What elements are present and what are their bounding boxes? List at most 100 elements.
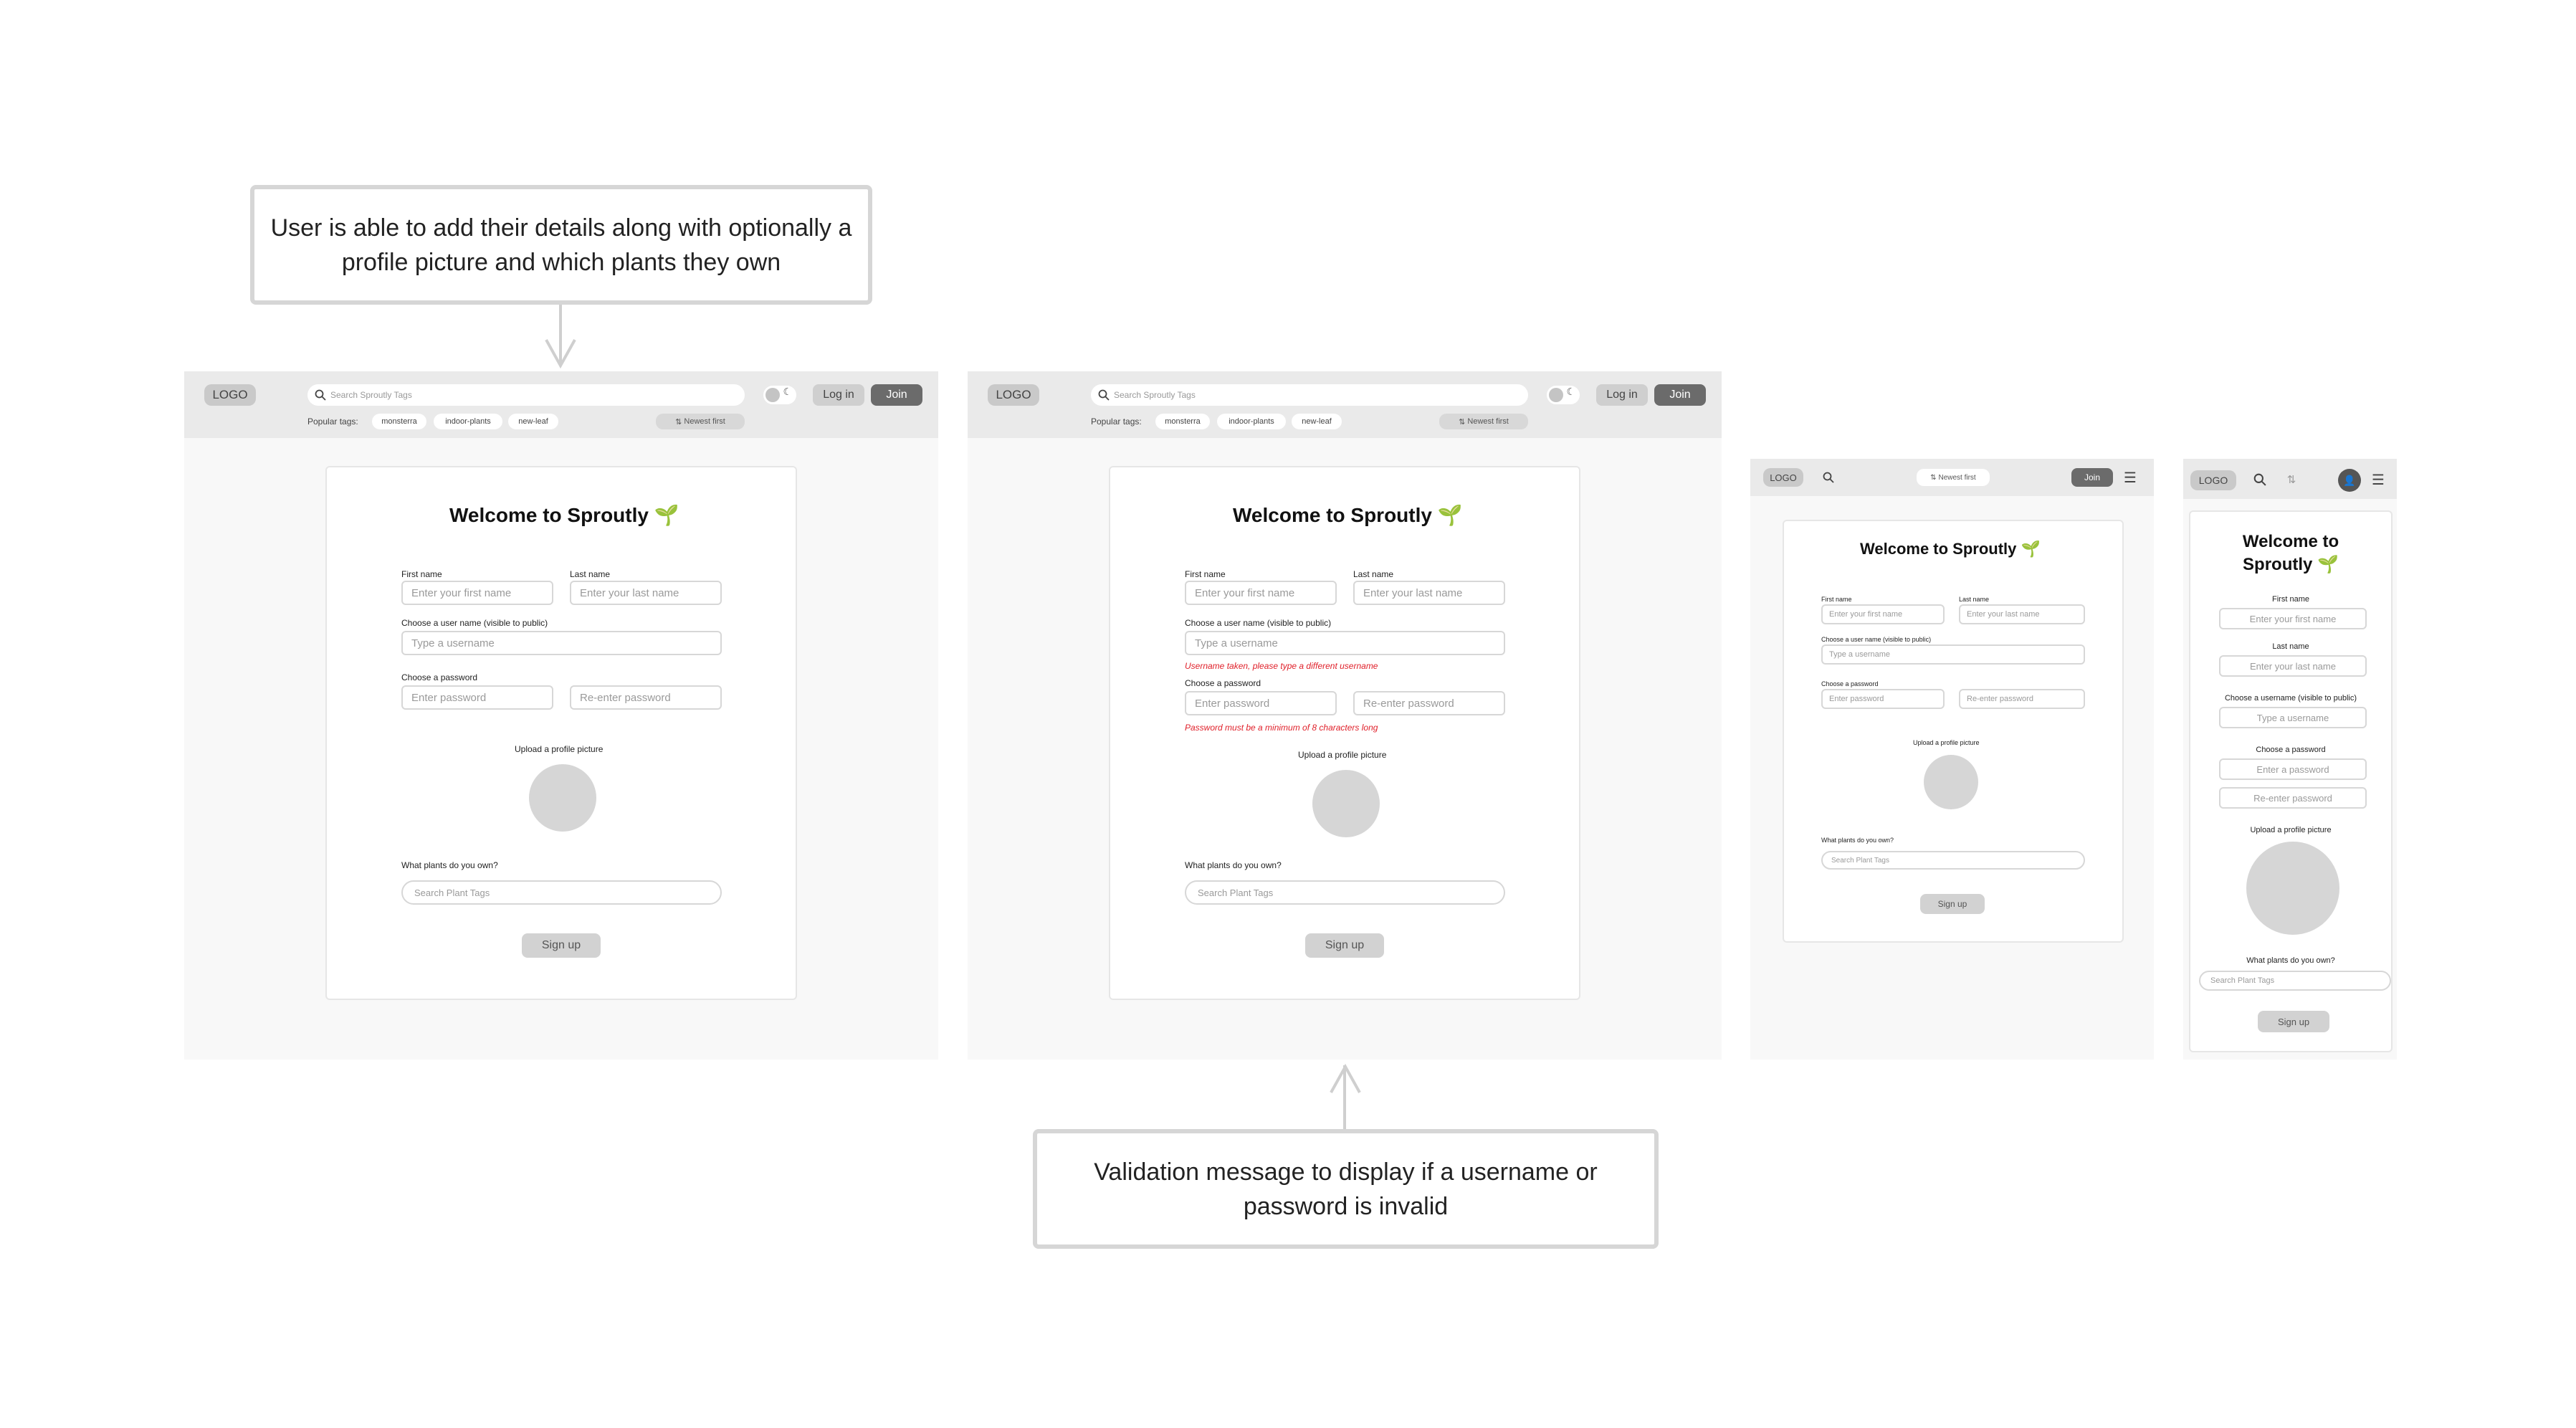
sort-button[interactable]: ⇅ Newest first — [656, 414, 745, 429]
logo[interactable]: LOGO — [988, 384, 1039, 406]
tag-indoor-plants[interactable]: indoor-plants — [1217, 414, 1286, 429]
desktop-frame: LOGO Search Sproutly Tags ☾ Log in Join … — [184, 371, 938, 1060]
search-input[interactable]: Search Sproutly Tags — [307, 384, 745, 406]
login-button[interactable]: Log in — [1596, 384, 1648, 406]
sprout-icon: 🌱 — [2317, 555, 2339, 574]
reenter-password-input[interactable]: Re-enter password — [2219, 787, 2367, 809]
signup-card: Welcome to Sproutly 🌱 First name Enter y… — [325, 466, 797, 1000]
page-title: Welcome to Sproutly 🌱 — [1233, 504, 1463, 526]
logo[interactable]: LOGO — [2190, 470, 2236, 490]
signup-button[interactable]: Sign up — [2258, 1011, 2329, 1032]
first-name-label: First name — [1821, 596, 1852, 603]
plants-label: What plants do you own? — [2246, 956, 2335, 965]
plant-tags-search[interactable]: Search Plant Tags — [1185, 880, 1505, 905]
username-input[interactable]: Type a username — [1821, 644, 2085, 665]
plant-tags-search[interactable]: Search Plant Tags — [1821, 851, 2085, 870]
upload-label: Upload a profile picture — [2250, 826, 2332, 834]
sort-icon[interactable]: ⇅ — [2282, 470, 2301, 489]
tag-monsterra[interactable]: monsterra — [1155, 414, 1210, 429]
password-input[interactable]: Enter a password — [2219, 758, 2367, 780]
hamburger-menu-icon[interactable]: ☰ — [2120, 468, 2140, 487]
first-name-input[interactable]: Enter your first name — [2219, 608, 2367, 629]
username-label: Choose a username (visible to public) — [2224, 694, 2357, 703]
plant-tags-search[interactable]: Search Plant Tags — [2199, 971, 2391, 991]
username-error: Username taken, please type a different … — [1185, 661, 1378, 671]
last-name-input[interactable]: Enter your last name — [2219, 655, 2367, 677]
sprout-icon: 🌱 — [1437, 504, 1463, 526]
signup-button[interactable]: Sign up — [522, 933, 601, 958]
logo[interactable]: LOGO — [1763, 468, 1803, 487]
username-input[interactable]: Type a username — [2219, 707, 2367, 728]
last-name-label: Last name — [570, 569, 611, 579]
last-name-input[interactable]: Enter your last name — [1959, 604, 2085, 624]
annotation-top: User is able to add their details along … — [250, 185, 872, 305]
username-input[interactable]: Type a username — [1185, 631, 1505, 655]
upload-label: Upload a profile picture — [1913, 739, 1980, 746]
header-bar: LOGO Search Sproutly Tags ☾ Log in Join … — [184, 371, 938, 438]
first-name-input[interactable]: Enter your first name — [1185, 581, 1337, 605]
plant-tags-search[interactable]: Search Plant Tags — [401, 880, 722, 905]
signup-button[interactable]: Sign up — [1305, 933, 1384, 958]
sprout-icon: 🌱 — [654, 504, 679, 526]
last-name-input[interactable]: Enter your last name — [1353, 581, 1505, 605]
search-icon[interactable] — [1819, 468, 1838, 487]
profile-picture-upload[interactable] — [2246, 842, 2339, 935]
join-button[interactable]: Join — [871, 384, 922, 406]
password-input[interactable]: Enter password — [1821, 689, 1945, 709]
page-title: Welcome to Sproutly 🌱 — [2242, 532, 2339, 574]
last-name-label: Last name — [1959, 596, 1990, 603]
page-title: Welcome to Sproutly 🌱 — [449, 504, 679, 526]
password-error: Password must be a minimum of 8 characte… — [1185, 723, 1378, 733]
password-label: Choose a password — [1821, 680, 1879, 687]
upload-label: Upload a profile picture — [515, 744, 604, 754]
password-input[interactable]: Enter password — [401, 685, 553, 710]
password-input[interactable]: Enter password — [1185, 691, 1337, 715]
sort-button[interactable]: ⇅ Newest first — [1439, 414, 1528, 429]
first-name-label: First name — [2272, 595, 2309, 604]
profile-picture-upload[interactable] — [1312, 770, 1380, 837]
reenter-password-input[interactable]: Re-enter password — [1959, 689, 2085, 709]
login-button[interactable]: Log in — [813, 384, 864, 406]
header-bar: LOGO ⇅ 👤 ☰ — [2183, 459, 2397, 499]
signup-card: Welcome to Sproutly 🌱 First name Enter y… — [1783, 520, 2124, 943]
join-button[interactable]: Join — [1654, 384, 1706, 406]
first-name-input[interactable]: Enter your first name — [401, 581, 553, 605]
plants-label: What plants do you own? — [1821, 837, 1894, 844]
tablet-frame: LOGO ⇅ Newest first Join ☰ Welcome to Sp… — [1750, 459, 2154, 1060]
first-name-label: First name — [401, 569, 442, 579]
profile-picture-upload[interactable] — [1924, 755, 1978, 809]
last-name-label: Last name — [1353, 569, 1394, 579]
last-name-label: Last name — [2272, 642, 2309, 651]
hamburger-menu-icon[interactable]: ☰ — [2368, 470, 2388, 489]
theme-toggle[interactable]: ☾ — [1547, 386, 1580, 404]
theme-toggle[interactable]: ☾ — [763, 386, 796, 404]
first-name-input[interactable]: Enter your first name — [1821, 604, 1945, 624]
signup-card: Welcome to Sproutly 🌱 First name Enter y… — [2189, 510, 2393, 1052]
sort-label: Newest first — [1467, 417, 1509, 426]
upload-label: Upload a profile picture — [1298, 750, 1387, 760]
first-name-label: First name — [1185, 569, 1226, 579]
join-button[interactable]: Join — [2071, 468, 2113, 487]
reenter-password-input[interactable]: Re-enter password — [1353, 691, 1505, 715]
signup-button[interactable]: Sign up — [1920, 894, 1985, 914]
page-title: Welcome to Sproutly 🌱 — [1860, 540, 2041, 558]
logo[interactable]: LOGO — [204, 384, 256, 406]
search-input[interactable]: Search Sproutly Tags — [1091, 384, 1528, 406]
sort-button[interactable]: ⇅ Newest first — [1917, 469, 1990, 486]
search-placeholder: Search Sproutly Tags — [1114, 390, 1196, 400]
tag-new-leaf[interactable]: new-leaf — [508, 414, 558, 429]
last-name-input[interactable]: Enter your last name — [570, 581, 722, 605]
password-label: Choose a password — [1185, 678, 1261, 688]
search-icon[interactable] — [2251, 470, 2269, 489]
user-add-icon[interactable]: 👤 — [2338, 469, 2361, 492]
signup-card: Welcome to Sproutly 🌱 First name Enter y… — [1109, 466, 1580, 1000]
reenter-password-input[interactable]: Re-enter password — [570, 685, 722, 710]
tag-new-leaf[interactable]: new-leaf — [1292, 414, 1342, 429]
username-label: Choose a user name (visible to public) — [401, 618, 548, 628]
mobile-frame: LOGO ⇅ 👤 ☰ Welcome to Sproutly 🌱 First n… — [2183, 459, 2397, 1060]
profile-picture-upload[interactable] — [529, 764, 596, 832]
header-bar: LOGO Search Sproutly Tags ☾ Log in Join … — [968, 371, 1722, 438]
tag-indoor-plants[interactable]: indoor-plants — [434, 414, 502, 429]
tag-monsterra[interactable]: monsterra — [372, 414, 426, 429]
username-input[interactable]: Type a username — [401, 631, 722, 655]
